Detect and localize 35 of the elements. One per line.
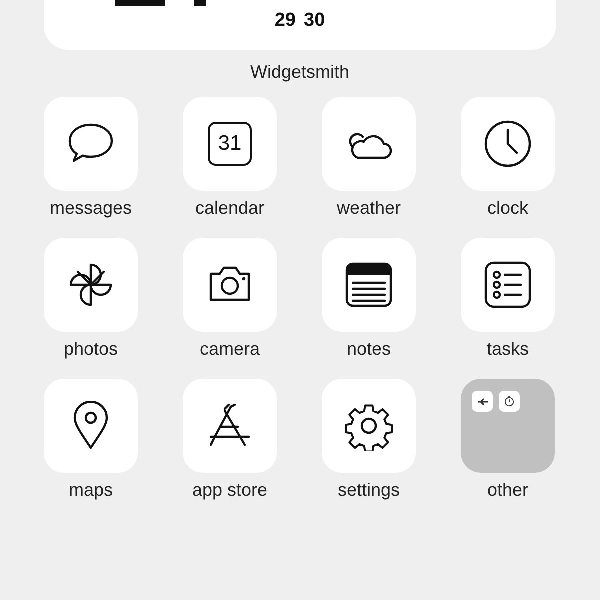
app-icon[interactable]: 31 (183, 97, 277, 191)
app-icon[interactable] (44, 379, 138, 473)
app-icon[interactable] (44, 238, 138, 332)
app-icon[interactable] (322, 238, 416, 332)
app-label: tasks (486, 338, 529, 361)
app-icon[interactable] (183, 379, 277, 473)
app-icon[interactable] (322, 379, 416, 473)
calendar-icon: 31 (208, 122, 252, 166)
app-label: settings (338, 479, 400, 502)
checklist-icon (483, 260, 533, 310)
app-label: camera (200, 338, 260, 361)
app-label: weather (336, 197, 402, 220)
widget-card[interactable]: 29 30 (44, 0, 556, 50)
large-glyph-fragment (115, 0, 165, 6)
app-icon[interactable] (322, 97, 416, 191)
app-label: app store (192, 479, 268, 502)
clock-icon (483, 119, 533, 169)
map-pin-icon (71, 401, 111, 451)
app-label: clock (487, 197, 528, 220)
app-label: messages (50, 197, 132, 220)
large-glyph-fragment (194, 0, 206, 6)
widget-name: Widgetsmith (249, 61, 351, 84)
notepad-icon (344, 261, 394, 309)
app-icon[interactable] (183, 238, 277, 332)
timer-icon (504, 396, 515, 407)
app-icon[interactable] (461, 97, 555, 191)
app-icon[interactable] (461, 238, 555, 332)
app-label: calendar (195, 197, 265, 220)
app-label: maps (68, 479, 113, 502)
app-label: other (487, 479, 529, 502)
app-label: photos (64, 338, 118, 361)
app-icon[interactable] (44, 97, 138, 191)
date-number: 30 (304, 11, 326, 31)
app-label: notes (346, 338, 392, 361)
date-number: 29 (274, 11, 296, 31)
